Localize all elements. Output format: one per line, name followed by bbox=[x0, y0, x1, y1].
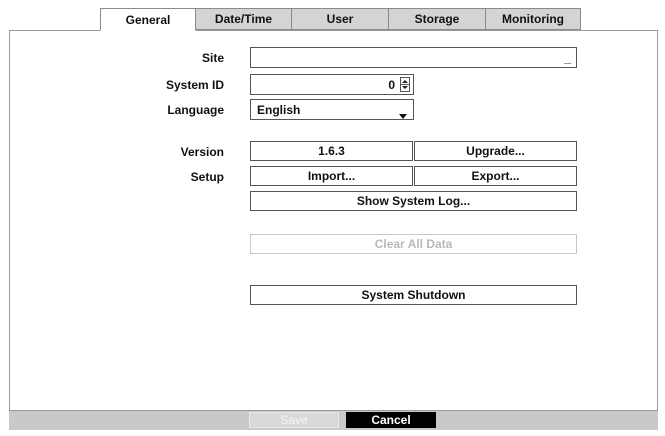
system-id-value: 0 bbox=[388, 78, 395, 92]
version-label: Version bbox=[180, 145, 224, 159]
system-id-label: System ID bbox=[165, 78, 224, 92]
upgrade-button[interactable]: Upgrade... bbox=[414, 141, 577, 161]
version-value: 1.6.3 bbox=[250, 141, 413, 161]
chevron-down-icon bbox=[399, 108, 407, 122]
language-dropdown[interactable]: English bbox=[250, 99, 414, 120]
site-field[interactable]: _ bbox=[250, 47, 577, 68]
system-id-spinbox[interactable]: 0 bbox=[250, 74, 414, 95]
tab-bar: General Date/Time User Storage Monitorin… bbox=[100, 8, 581, 31]
save-button: Save bbox=[249, 412, 339, 428]
tab-storage[interactable]: Storage bbox=[388, 8, 486, 30]
site-label: Site bbox=[201, 51, 224, 65]
language-label: Language bbox=[167, 103, 224, 117]
import-button[interactable]: Import... bbox=[250, 166, 413, 186]
setup-label: Setup bbox=[190, 170, 224, 184]
system-shutdown-button[interactable]: System Shutdown bbox=[250, 285, 577, 305]
text-cursor: _ bbox=[564, 51, 571, 65]
show-system-log-button[interactable]: Show System Log... bbox=[250, 191, 577, 211]
tab-date-time[interactable]: Date/Time bbox=[195, 8, 292, 30]
export-button[interactable]: Export... bbox=[414, 166, 577, 186]
tab-user[interactable]: User bbox=[291, 8, 389, 30]
clear-all-data-button: Clear All Data bbox=[250, 234, 577, 254]
tab-general[interactable]: General bbox=[100, 8, 196, 31]
spin-arrows-icon[interactable] bbox=[400, 77, 410, 92]
language-value: English bbox=[257, 103, 301, 117]
cancel-button[interactable]: Cancel bbox=[346, 412, 436, 428]
tab-monitoring[interactable]: Monitoring bbox=[485, 8, 581, 30]
